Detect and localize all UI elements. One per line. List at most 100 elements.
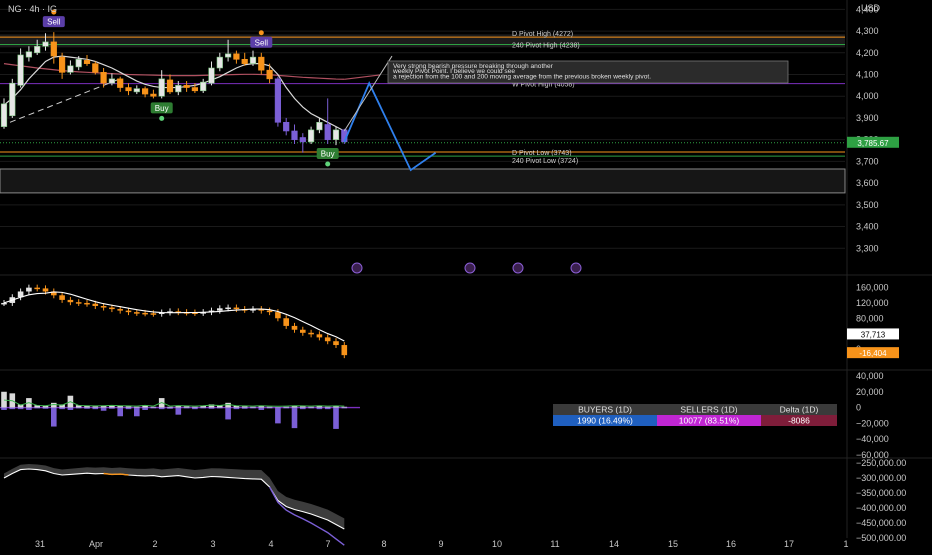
seller-bar [234,408,240,410]
event-icon [352,263,362,273]
signal-label: Sell [47,18,61,27]
buyer-bar [134,407,140,408]
x-tick-label: 9 [438,539,443,549]
last-price-label: 3,785.67 [857,139,889,148]
seller-bar [317,408,323,410]
signal-label: Buy [155,104,169,113]
x-tick-label: 8 [381,539,386,549]
candle-body [134,89,140,92]
x-tick-label: 31 [35,539,45,549]
candle-body [308,130,314,142]
x-tick-label: 7 [325,539,330,549]
x-tick-label: 17 [784,539,794,549]
chart-canvas[interactable]: D Pivot High (4272) 240 Pivot High (4238)… [0,0,932,550]
volume-delta-label: -16,404 [859,349,887,358]
x-tick-label: 16 [726,539,736,549]
volume-bar [76,302,82,304]
candle-body [167,80,173,92]
x-tick-label: 2 [152,539,157,549]
volume-bar [26,288,32,292]
candle-body [109,79,115,83]
buyer-bar [300,406,306,407]
seller-bar [308,408,314,409]
seller-bar [250,408,256,409]
stats-value-label: 10077 (83.51%) [679,416,740,426]
volume-bar [34,288,40,290]
candle-body [325,124,331,139]
seller-bar [184,408,190,409]
volume-bar [101,306,107,308]
support-zone [0,169,845,193]
volume-bar [333,341,339,345]
candle-body [234,54,240,59]
volume-bar [234,308,240,310]
stats-header-label: BUYERS (1D) [578,405,632,415]
buyer-bar [167,407,173,408]
buyer-bar [126,406,132,407]
buyer-bar [151,407,157,408]
x-tick-label: 10 [492,539,502,549]
delta-tick-label: 0 [856,403,861,413]
seller-bar [300,408,306,410]
volume-bar [93,304,99,306]
candle-body [18,55,24,85]
volume-tick-label: 120,000 [856,298,889,308]
seller-bar [34,408,40,409]
volume-bar [267,311,273,313]
buyer-bar [325,407,331,408]
volume-bar [325,337,331,341]
delta-tick-label: −20,000 [856,418,889,428]
candle-body [184,85,190,87]
seller-bar [151,408,157,409]
seller-bar [292,408,298,429]
candle-body [126,88,132,91]
price-tick-label: 4,200 [856,48,879,58]
buyer-bar [242,406,248,407]
candle-body [43,42,49,46]
seller-bar [325,408,331,410]
buyer-bar [283,407,289,408]
cumulative-tick-label: −350,000.00 [856,488,906,498]
buyer-bar [192,407,198,408]
signal-dot [159,116,164,121]
candle-body [159,79,165,96]
seller-bar [59,408,65,410]
pivot-level-label: D Pivot High (4272) [512,31,573,38]
symbol-title: NG · 4h · IG [8,4,57,14]
volume-bar [126,311,132,313]
price-tick-label: 3,600 [856,178,879,188]
price-tick-label: 3,300 [856,243,879,253]
candle-body [317,122,323,130]
seller-bar [134,408,140,417]
seller-bar [176,408,182,415]
seller-bar [159,408,165,410]
buyer-bar [184,406,190,407]
seller-bar [51,408,57,427]
seller-bar [209,408,215,409]
x-tick-label: 14 [609,539,619,549]
resistance-zone [0,34,845,47]
event-icon [571,263,581,273]
stats-header-label: SELLERS (1D) [680,405,737,415]
seller-bar [18,408,24,410]
annotation-line: a rejection from the 100 and 200 moving … [393,73,651,80]
candle-body [101,72,107,83]
seller-bar [126,408,132,410]
buyer-bar [308,407,314,408]
volume-bar [292,326,298,330]
buyer-bar [342,407,348,408]
candle-body [59,57,65,72]
cumulative-tick-label: −400,000.00 [856,503,906,513]
pivot-level-label: 240 Pivot Low (3724) [512,158,578,165]
pivot-level-label: 240 Pivot High (4238) [512,43,580,50]
seller-bar [192,408,198,410]
seller-bar [68,408,74,410]
seller-bar [10,408,16,410]
candle-body [259,57,265,70]
candle-body [300,138,306,142]
buyer-bar [267,407,273,408]
candle-body [34,46,40,53]
delta-tick-label: 40,000 [856,371,884,381]
seller-bar [225,408,231,420]
candle-body [1,104,7,127]
